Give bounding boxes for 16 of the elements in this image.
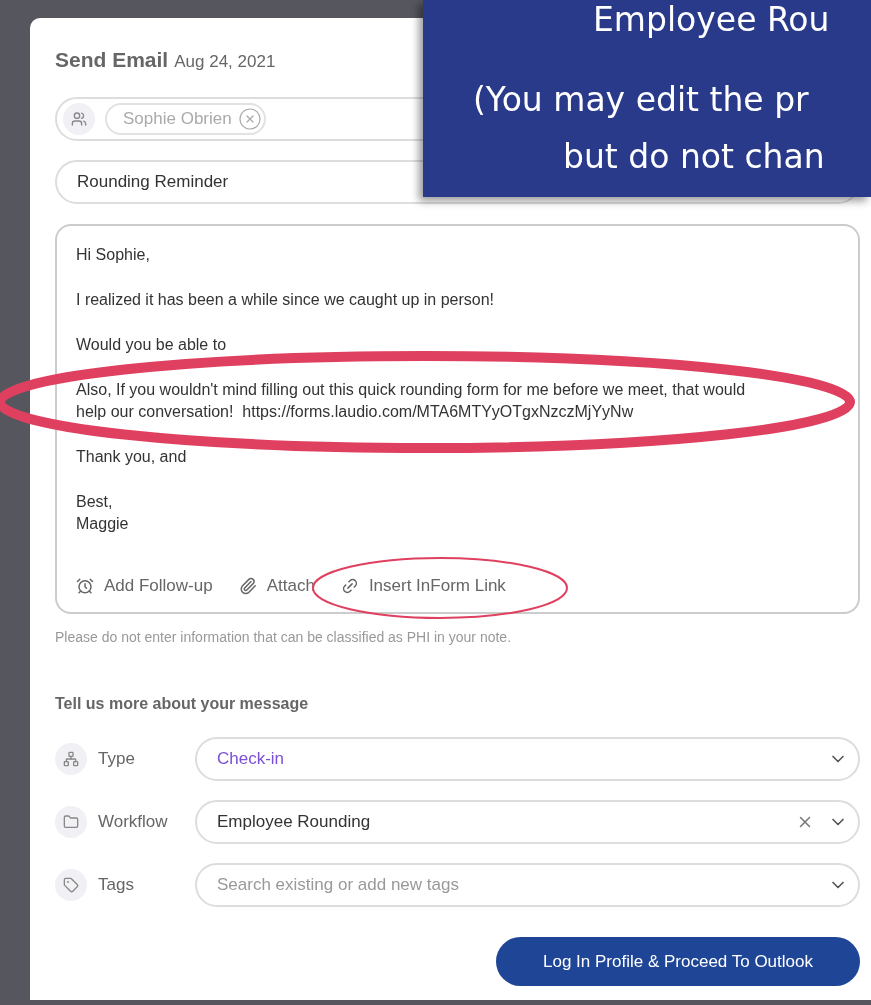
dialog-title: Send Email xyxy=(55,48,169,72)
field-label: Type xyxy=(98,749,136,769)
message-paragraph: Also, If you wouldn't mind filling out this quick rounding form for me before we meet, that would help our conversation! https://forms.laudio.com/MTA6MTYyOTgxNzczMjYyNw xyxy=(76,380,747,422)
message-paragraph: Best, Maggie xyxy=(76,492,130,534)
message-paragraph: Hi Sophie, xyxy=(76,245,151,265)
field-label: Workflow xyxy=(98,812,169,832)
callout-text: (You may edit the pr xyxy=(473,80,809,119)
email-date: Aug 24, 2021 xyxy=(174,52,276,72)
message-paragraph: I realized it has been a while since we caught up in person! xyxy=(76,290,496,310)
phi-hint: Please do not enter information that can be classified as PHI in your note. xyxy=(55,629,513,645)
message-paragraph: Thank you, and xyxy=(76,447,188,467)
callout-text: but do not chan xyxy=(563,137,825,176)
callout-text: Employee Rou xyxy=(593,0,830,39)
section-title: Tell us more about your message xyxy=(55,695,310,713)
message-paragraph: Would you be able to xyxy=(76,335,228,355)
field-label: Tags xyxy=(98,875,135,895)
